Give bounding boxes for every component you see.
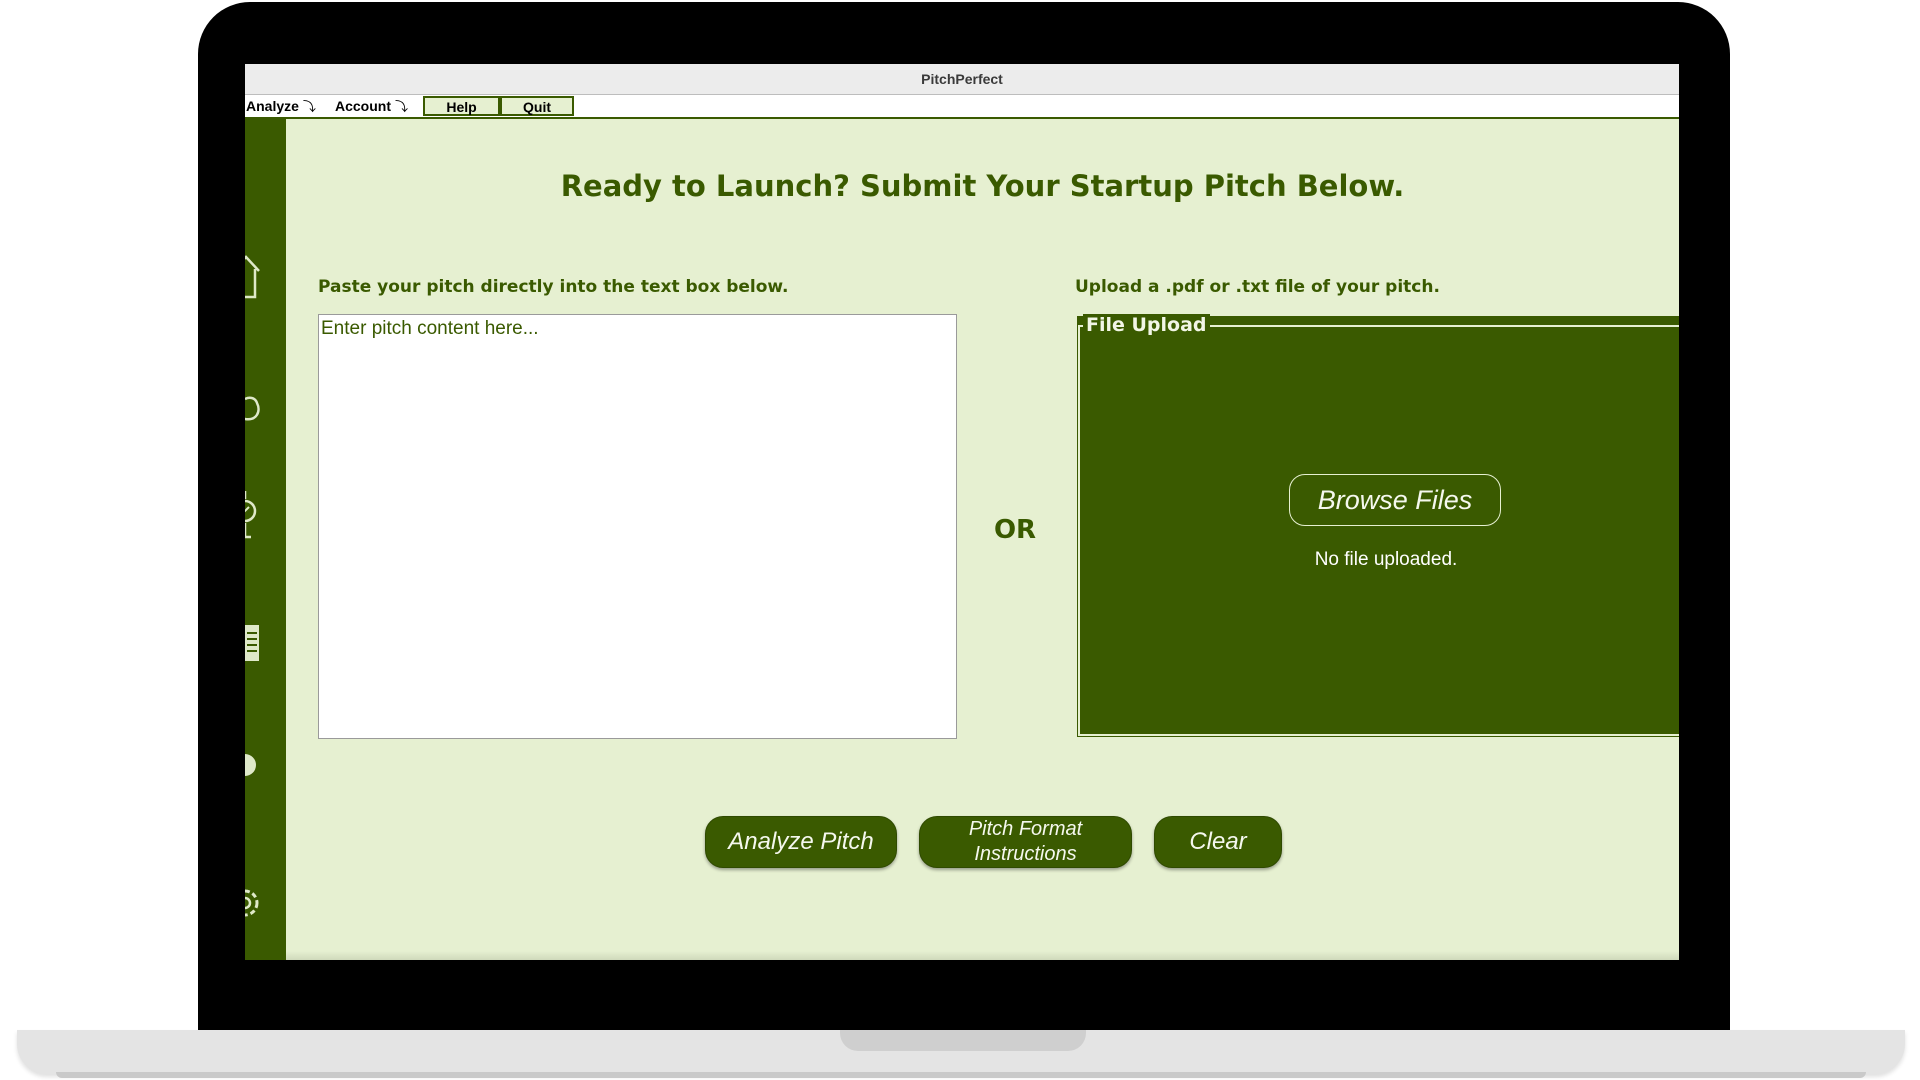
menu-account[interactable]: Account ⤵ [335, 95, 408, 117]
chevron-down-icon: ⤵ [395, 99, 409, 114]
file-upload-frame [1078, 325, 1679, 736]
menu-bar: Analyze ⤵ Account ⤵ Help Quit [245, 95, 1679, 119]
format-button-line1: Pitch Format [968, 818, 1083, 840]
analyze-pitch-button[interactable]: Analyze Pitch [705, 816, 897, 868]
app-window: PitchPerfect Analyze ⤵ Account ⤵ Help Quit [245, 64, 1679, 960]
paste-instruction-label: Paste your pitch directly into the text … [318, 277, 789, 297]
or-divider-label: OR [993, 515, 1037, 545]
browse-files-button[interactable]: Browse Files [1289, 474, 1501, 526]
upload-instruction-label: Upload a .pdf or .txt file of your pitch… [1075, 277, 1440, 297]
settings-icon[interactable] [245, 877, 261, 929]
hand-icon[interactable] [245, 373, 261, 425]
pitch-format-instructions-button[interactable]: Pitch Format Instructions [919, 816, 1132, 868]
home-icon[interactable] [245, 251, 261, 303]
laptop-notch [840, 1030, 1086, 1051]
upload-status-text: No file uploaded. [1314, 549, 1458, 570]
page-title: Ready to Launch? Submit Your Startup Pit… [560, 169, 1405, 203]
format-button-line2: Instructions [974, 843, 1077, 865]
menu-analyze-label: Analyze [246, 98, 299, 114]
chat-icon[interactable] [245, 741, 261, 793]
location-icon[interactable] [245, 487, 261, 539]
bottom-edge [286, 951, 1679, 960]
menu-analyze[interactable]: Analyze ⤵ [246, 95, 316, 117]
menu-account-label: Account [335, 98, 391, 114]
chevron-down-icon: ⤵ [302, 99, 316, 114]
document-icon[interactable] [245, 619, 261, 671]
laptop-base-shadow [56, 1072, 1866, 1078]
pitch-text-input[interactable] [318, 314, 957, 739]
quit-button[interactable]: Quit [500, 96, 574, 116]
window-title: PitchPerfect [245, 64, 1679, 95]
file-upload-legend: File Upload [1083, 314, 1210, 336]
sidebar [245, 119, 286, 960]
file-upload-panel: File Upload Browse Files No file uploade… [1075, 314, 1679, 739]
clear-button[interactable]: Clear [1154, 816, 1282, 868]
help-button[interactable]: Help [423, 96, 500, 116]
